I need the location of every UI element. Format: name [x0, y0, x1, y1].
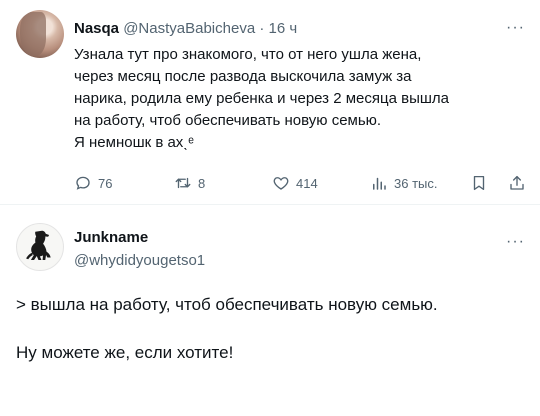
quote-line: > вышла на работу, чтоб обеспечивать нов… [16, 295, 438, 314]
avatar[interactable] [16, 10, 64, 58]
reply-tweet[interactable]: Junkname @whydidyougetso1 ··· > вышла на… [0, 205, 540, 416]
reply-line: Ну можете же, если хотите! [16, 343, 234, 362]
tweet-line: Узнала тут про знакомого, что от него уш… [74, 46, 422, 63]
author-name[interactable]: Nasqa [74, 20, 119, 37]
repost-button[interactable]: 8 [174, 174, 205, 192]
dog-silhouette-icon [26, 230, 51, 261]
tweet-header: Nasqa @NastyaBabicheva · 16 ч [74, 20, 297, 38]
tweet-line: через месяц после развода выскочила заму… [74, 68, 412, 85]
author-handle[interactable]: @whydidyougetso1 [74, 252, 205, 269]
share-icon [510, 175, 524, 190]
tweet-text: > вышла на работу, чтоб обеспечивать нов… [16, 293, 438, 365]
timestamp[interactable]: 16 ч [269, 20, 298, 37]
author-handle[interactable]: @NastyaBabicheva [123, 20, 255, 37]
like-count: 414 [296, 175, 318, 191]
separator: · [259, 20, 265, 37]
avatar[interactable] [16, 223, 64, 271]
views-button[interactable]: 36 тыс. [370, 174, 437, 192]
repost-icon [175, 177, 191, 189]
repost-count: 8 [198, 175, 206, 191]
tweet-line: Я немношк в ахˎᵉ [74, 134, 194, 151]
tweet-line: на работу, чтоб обеспечивать новую семью… [74, 112, 382, 129]
like-icon [273, 177, 289, 190]
views-count: 36 тыс. [394, 175, 438, 191]
reply-count: 76 [98, 175, 113, 191]
more-options-icon[interactable]: ··· [506, 233, 525, 251]
bookmark-icon [473, 175, 485, 191]
action-bar: 76 8 414 36 тыс. [74, 174, 534, 194]
tweet-line: нарика, родила ему ребенка и через 2 мес… [74, 90, 449, 107]
tweet[interactable]: Nasqa @NastyaBabicheva · 16 ч ··· Узнала… [0, 0, 540, 204]
tweet-text: Узнала тут про знакомого, что от него уш… [74, 44, 504, 154]
bookmark-button[interactable] [470, 174, 488, 192]
share-button[interactable] [508, 174, 526, 192]
author-name[interactable]: Junkname [74, 229, 148, 246]
reply-icon [76, 176, 90, 190]
more-options-icon[interactable]: ··· [506, 19, 525, 37]
like-button[interactable]: 414 [272, 174, 318, 192]
views-icon [373, 177, 386, 190]
reply-button[interactable]: 76 [74, 174, 112, 192]
